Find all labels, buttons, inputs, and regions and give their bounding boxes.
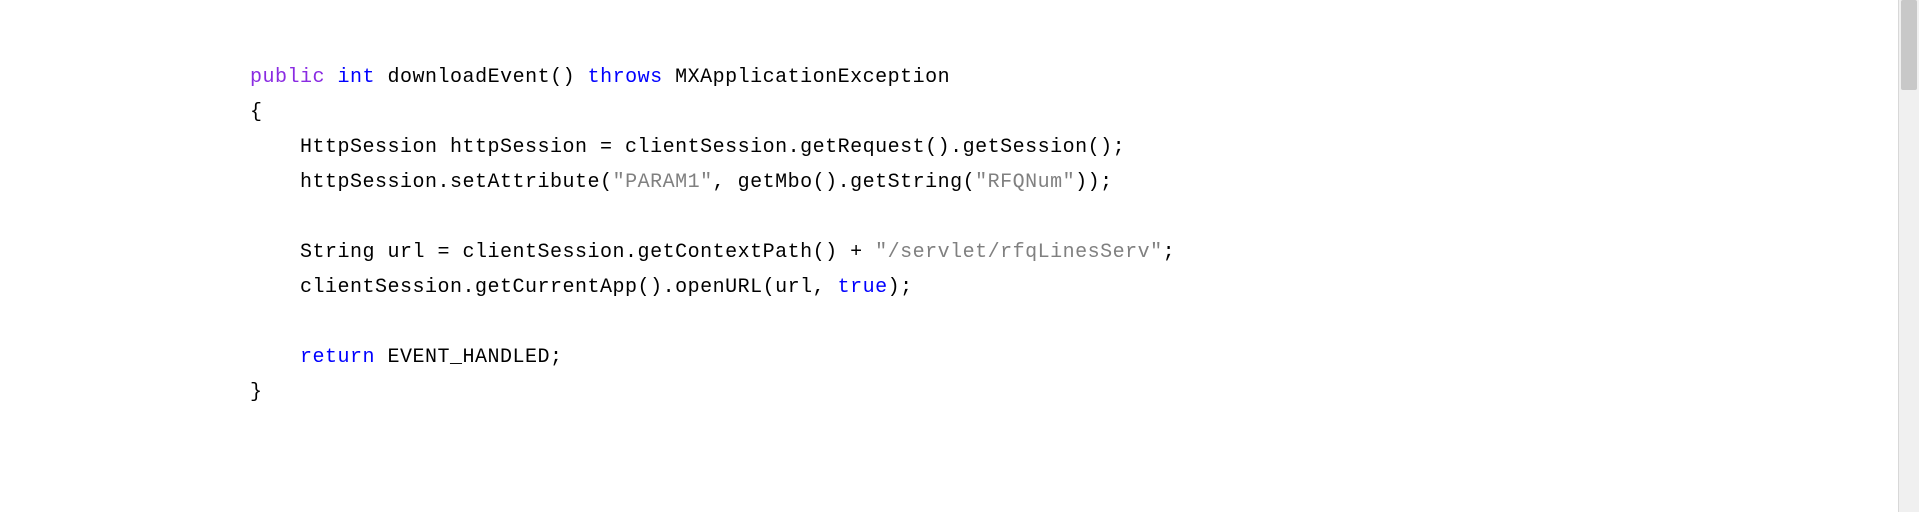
string-literal: "RFQNum" xyxy=(975,171,1075,194)
vertical-scrollbar[interactable] xyxy=(1898,0,1919,512)
scrollbar-thumb[interactable] xyxy=(1901,0,1917,90)
whitespace-marker xyxy=(250,206,300,229)
keyword-true: true xyxy=(838,276,888,299)
code-line: public int downloadEvent() throws MXAppl… xyxy=(250,66,950,89)
keyword-throws: throws xyxy=(588,66,663,89)
code-editor[interactable]: public int downloadEvent() throws MXAppl… xyxy=(0,0,1919,470)
code-line: clientSession.getCurrentApp().openURL(ur… xyxy=(250,276,913,299)
exception-type: MXApplicationException xyxy=(663,66,951,89)
code-line: String url = clientSession.getContextPat… xyxy=(250,241,1175,264)
code-line xyxy=(250,206,300,229)
code-line: } xyxy=(250,381,263,404)
code-line: httpSession.setAttribute("PARAM1", getMb… xyxy=(250,171,1113,194)
code-line: HttpSession httpSession = clientSession.… xyxy=(250,136,1125,159)
code-line: return EVENT_HANDLED; xyxy=(250,346,563,369)
string-literal: "/servlet/rfqLinesServ" xyxy=(875,241,1163,264)
keyword-public: public xyxy=(250,66,325,89)
code-line: { xyxy=(250,101,263,124)
keyword-int: int xyxy=(338,66,376,89)
method-name: downloadEvent() xyxy=(375,66,588,89)
keyword-return: return xyxy=(250,346,375,369)
string-literal: "PARAM1" xyxy=(613,171,713,194)
